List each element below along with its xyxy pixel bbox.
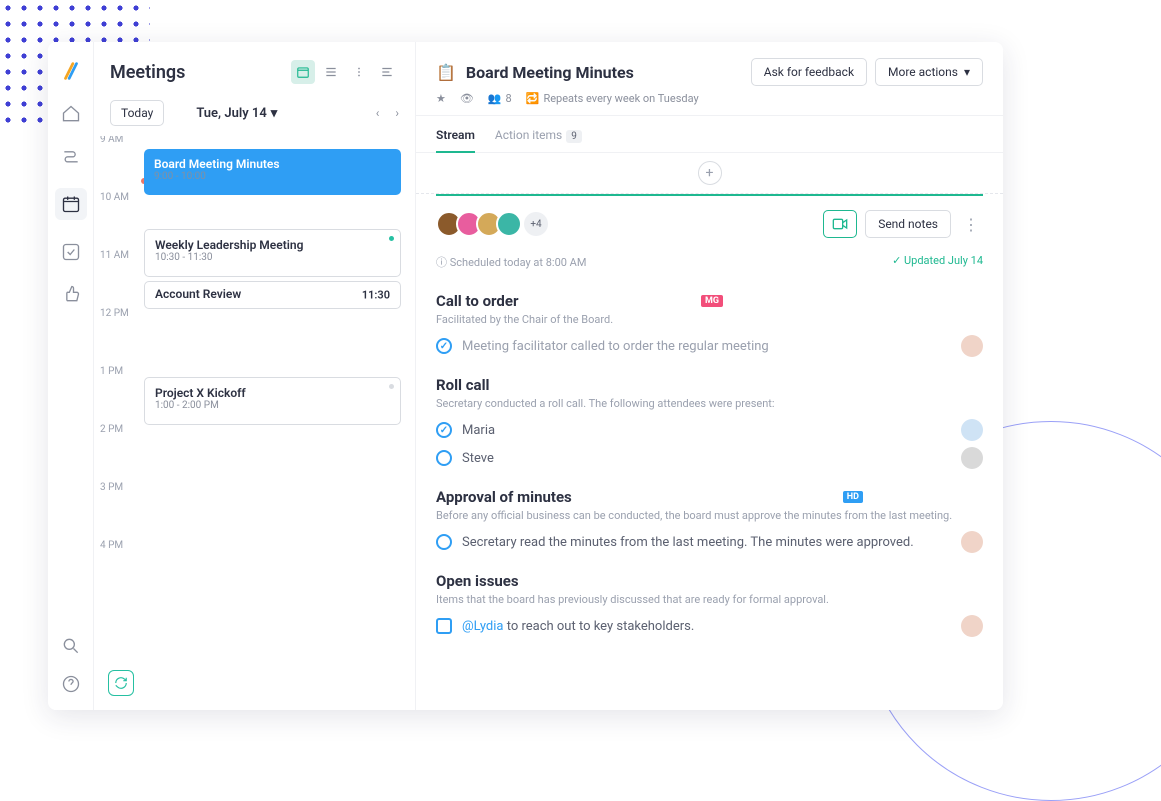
event-title: Weekly Leadership Meeting — [155, 238, 390, 252]
panel-title: Meetings — [110, 62, 185, 83]
avatar — [496, 211, 522, 237]
date-label: Tue, July 14 — [196, 106, 266, 121]
hour-label: 11 AM — [100, 250, 129, 261]
video-button[interactable] — [823, 210, 857, 238]
checkbox-done[interactable] — [436, 338, 452, 354]
user-tag: HD — [843, 491, 863, 503]
checkbox-done[interactable] — [436, 422, 452, 438]
path-icon[interactable] — [61, 146, 81, 166]
calendar-icon — [61, 194, 81, 214]
updated-info: ✓ Updated July 14 — [892, 254, 983, 270]
eye-icon[interactable]: 👁 — [460, 92, 474, 105]
next-day-button[interactable]: › — [395, 106, 399, 120]
hour-label: 1 PM — [100, 366, 123, 377]
repeat-info: 🔁Repeats every week on Tuesday — [526, 92, 699, 105]
item-text: Steve — [462, 451, 494, 466]
help-icon[interactable] — [61, 674, 81, 694]
event-title: Project X Kickoff — [155, 386, 390, 400]
people-count: 👥8 — [488, 92, 512, 105]
section-title: Call to order — [436, 292, 518, 310]
thumbs-up-icon[interactable] — [61, 284, 81, 304]
event-project-x[interactable]: Project X Kickoff 1:00 - 2:00 PM — [144, 377, 401, 425]
collapse-view-button[interactable] — [375, 60, 399, 84]
star-icon[interactable]: ★ — [436, 92, 446, 105]
checkbox[interactable] — [436, 534, 452, 550]
today-button[interactable]: Today — [110, 100, 164, 126]
repeat-icon: 🔁 — [526, 92, 540, 105]
more-avatars[interactable]: +4 — [524, 212, 548, 236]
tab-stream[interactable]: Stream — [436, 128, 475, 152]
caret-down-icon: ▾ — [271, 106, 278, 121]
nav-rail — [48, 42, 94, 710]
date-picker[interactable]: Tue, July 14 ▾ — [196, 106, 277, 121]
more-actions-button[interactable]: More actions▾ — [875, 58, 983, 86]
section-desc: Secretary conducted a roll call. The fol… — [436, 397, 983, 410]
section-title: Open issues — [436, 572, 983, 590]
user-tag: MG — [701, 295, 723, 307]
refresh-button[interactable] — [108, 670, 134, 696]
item-text: Secretary read the minutes from the last… — [462, 535, 914, 550]
list-view-button[interactable] — [319, 60, 343, 84]
tab-action-items[interactable]: Action items9 — [495, 128, 582, 152]
item-text: @Lydia to reach out to key stakeholders. — [462, 619, 694, 634]
checkbox[interactable] — [436, 450, 452, 466]
mention[interactable]: @Lydia — [462, 619, 503, 634]
caret-down-icon: ▾ — [964, 65, 970, 79]
hour-label: 2 PM — [100, 424, 123, 435]
assignee-avatar — [961, 615, 983, 637]
status-dot-icon — [389, 384, 394, 389]
event-account-review[interactable]: Account Review 11:30 — [144, 281, 401, 309]
notepad-icon: 📋 — [436, 63, 456, 82]
assignee-avatar — [961, 419, 983, 441]
timeline: 9 AM Board Meeting Minutes 9:00 - 10:00 … — [94, 136, 415, 710]
checkbox-square[interactable] — [436, 618, 452, 634]
event-title: Account Review — [155, 287, 390, 301]
card-more-button[interactable]: ⋮ — [959, 215, 983, 234]
check-icon[interactable] — [61, 242, 81, 262]
event-time: 11:30 — [362, 289, 390, 302]
assignee-avatar — [961, 531, 983, 553]
event-title: Board Meeting Minutes — [154, 157, 391, 171]
prev-day-button[interactable]: ‹ — [376, 106, 380, 120]
item-text: Maria — [462, 423, 495, 438]
event-time: 9:00 - 10:00 — [154, 171, 391, 182]
main-content: 📋 Board Meeting Minutes Ask for feedback… — [416, 42, 1003, 710]
status-dot-icon — [389, 236, 394, 241]
assignee-avatar — [961, 447, 983, 469]
send-notes-button[interactable]: Send notes — [865, 210, 951, 238]
ask-feedback-button[interactable]: Ask for feedback — [751, 58, 867, 86]
section-desc: Items that the board has previously disc… — [436, 593, 983, 606]
meetings-panel: Meetings Today Tue, July 14 ▾ ‹ › 9 AM — [94, 42, 416, 710]
assignee-avatar — [961, 335, 983, 357]
participant-avatars — [436, 211, 522, 237]
section-title: Roll call — [436, 376, 983, 394]
hour-label: 4 PM — [100, 540, 123, 551]
event-time: 1:00 - 2:00 PM — [155, 400, 390, 411]
hour-label: 3 PM — [100, 482, 123, 493]
calendar-view-button[interactable] — [291, 60, 315, 84]
home-icon[interactable] — [61, 104, 81, 124]
more-view-button[interactable] — [347, 60, 371, 84]
calendar-nav-active[interactable] — [55, 188, 87, 220]
add-button[interactable]: + — [698, 161, 722, 185]
search-icon[interactable] — [61, 636, 81, 656]
item-text: Meeting facilitator called to order the … — [462, 339, 769, 354]
people-icon: 👥 — [488, 92, 502, 105]
hour-label: 9 AM — [100, 136, 123, 145]
scheduled-info: ⓘ Scheduled today at 8:00 AM — [436, 254, 586, 270]
app-logo-icon — [60, 60, 82, 82]
hour-label: 10 AM — [100, 192, 129, 203]
section-title: Approval of minutes — [436, 488, 572, 506]
event-board-meeting[interactable]: Board Meeting Minutes 9:00 - 10:00 — [144, 149, 401, 195]
page-title: Board Meeting Minutes — [466, 63, 634, 82]
section-desc: Facilitated by the Chair of the Board. — [436, 313, 983, 326]
section-desc: Before any official business can be cond… — [436, 509, 983, 522]
app-window: Meetings Today Tue, July 14 ▾ ‹ › 9 AM — [48, 42, 1003, 710]
action-count-badge: 9 — [566, 130, 582, 143]
hour-label: 12 PM — [100, 308, 129, 319]
